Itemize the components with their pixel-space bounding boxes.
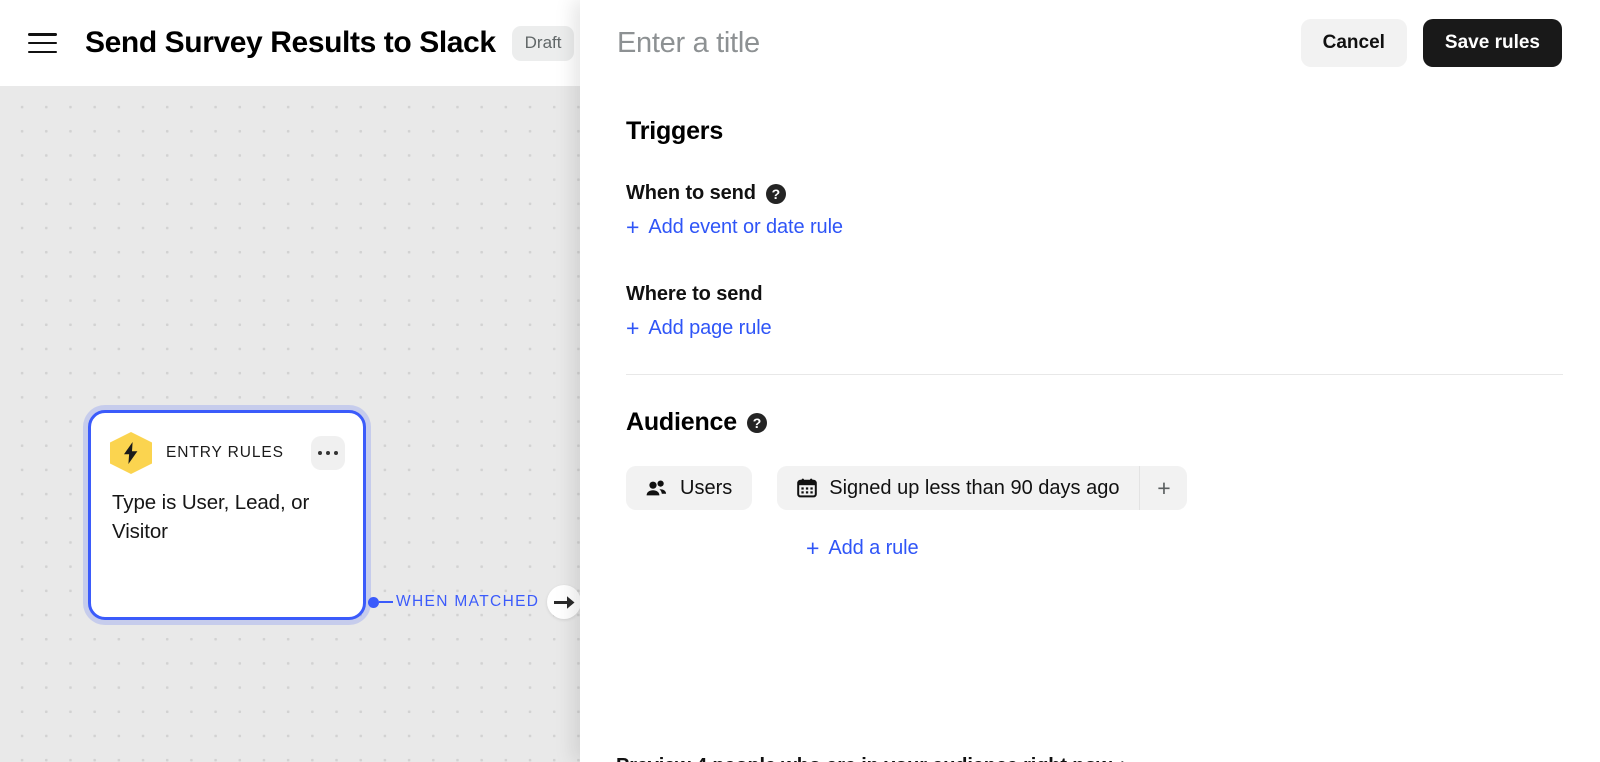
cancel-button[interactable]: Cancel	[1300, 19, 1407, 67]
question-mark-icon[interactable]: ?	[765, 183, 786, 204]
preview-audience-label: Preview 4 people who are in your audienc…	[616, 755, 1112, 762]
hamburger-icon[interactable]	[28, 31, 58, 55]
when-to-send-text: When to send	[626, 182, 756, 204]
section-divider	[626, 374, 1563, 375]
question-mark-icon[interactable]: ?	[746, 412, 767, 433]
audience-chip-group-signup: Signed up less than 90 days ago +	[777, 466, 1188, 510]
add-a-rule-label: Add a rule	[828, 537, 919, 559]
flow-canvas[interactable]: ENTRY RULES Type is User, Lead, or Visit…	[0, 86, 600, 762]
add-event-or-date-rule-label: Add event or date rule	[648, 216, 843, 238]
lightning-bolt-icon	[110, 432, 152, 474]
add-event-or-date-rule-button[interactable]: + Add event or date rule	[626, 216, 843, 239]
preview-audience-link[interactable]: Preview 4 people who are in your audienc…	[616, 755, 1133, 762]
when-to-send-label: When to send ?	[626, 182, 1563, 205]
title-input[interactable]	[617, 26, 1301, 60]
people-group-icon	[646, 480, 668, 496]
plus-icon: +	[806, 535, 820, 561]
audience-chip-signed-up-label: Signed up less than 90 days ago	[829, 476, 1120, 499]
connector-line	[379, 600, 393, 604]
audience-heading: Audience ?	[626, 408, 1563, 437]
triggers-heading-label: Triggers	[626, 117, 724, 145]
arrow-right-icon[interactable]	[547, 585, 582, 619]
app-root: Send Survey Results to Slack Draft ENTRY…	[0, 0, 1600, 762]
audience-chip-users-label: Users	[680, 476, 733, 499]
triggers-heading: Triggers	[626, 117, 1563, 146]
audience-chip-signed-up[interactable]: Signed up less than 90 days ago	[777, 466, 1139, 510]
ellipsis-icon[interactable]	[311, 436, 345, 470]
entry-rules-text: Type is User, Lead, or Visitor	[112, 491, 310, 543]
plus-icon: +	[626, 214, 640, 240]
calendar-icon	[797, 478, 818, 498]
panel-header: Cancel Save rules	[580, 0, 1600, 86]
audience-chip-add-condition-button[interactable]: +	[1139, 466, 1187, 510]
rules-panel: Cancel Save rules Triggers When to send …	[580, 0, 1600, 762]
add-a-rule-row: + Add a rule	[626, 526, 1563, 561]
panel-body: Triggers When to send ? + Add event or d…	[580, 86, 1600, 762]
connector-when-matched: WHEN MATCHED	[368, 585, 582, 619]
plus-icon: +	[626, 315, 640, 341]
where-to-send-text: Where to send	[626, 283, 763, 305]
save-rules-button[interactable]: Save rules	[1422, 19, 1562, 67]
app-topbar: Send Survey Results to Slack Draft	[0, 0, 600, 86]
status-badge: Draft	[511, 25, 575, 61]
connector-label: WHEN MATCHED	[396, 593, 540, 610]
audience-chip-users[interactable]: Users	[626, 466, 753, 510]
entry-rules-node[interactable]: ENTRY RULES Type is User, Lead, or Visit…	[88, 410, 366, 620]
page-title: Send Survey Results to Slack	[85, 26, 496, 59]
entry-rules-node-header: ENTRY RULES	[91, 413, 363, 474]
add-page-rule-label: Add page rule	[648, 317, 772, 339]
audience-heading-label: Audience	[626, 408, 737, 436]
entry-rules-kicker: ENTRY RULES	[166, 444, 284, 461]
connector-dot	[368, 596, 379, 608]
audience-chips-row: Users Signed up less than 90 days ago +	[626, 466, 1563, 510]
add-a-rule-button[interactable]: + Add a rule	[806, 537, 919, 560]
add-page-rule-button[interactable]: + Add page rule	[626, 317, 772, 340]
where-to-send-label: Where to send	[626, 283, 1563, 306]
